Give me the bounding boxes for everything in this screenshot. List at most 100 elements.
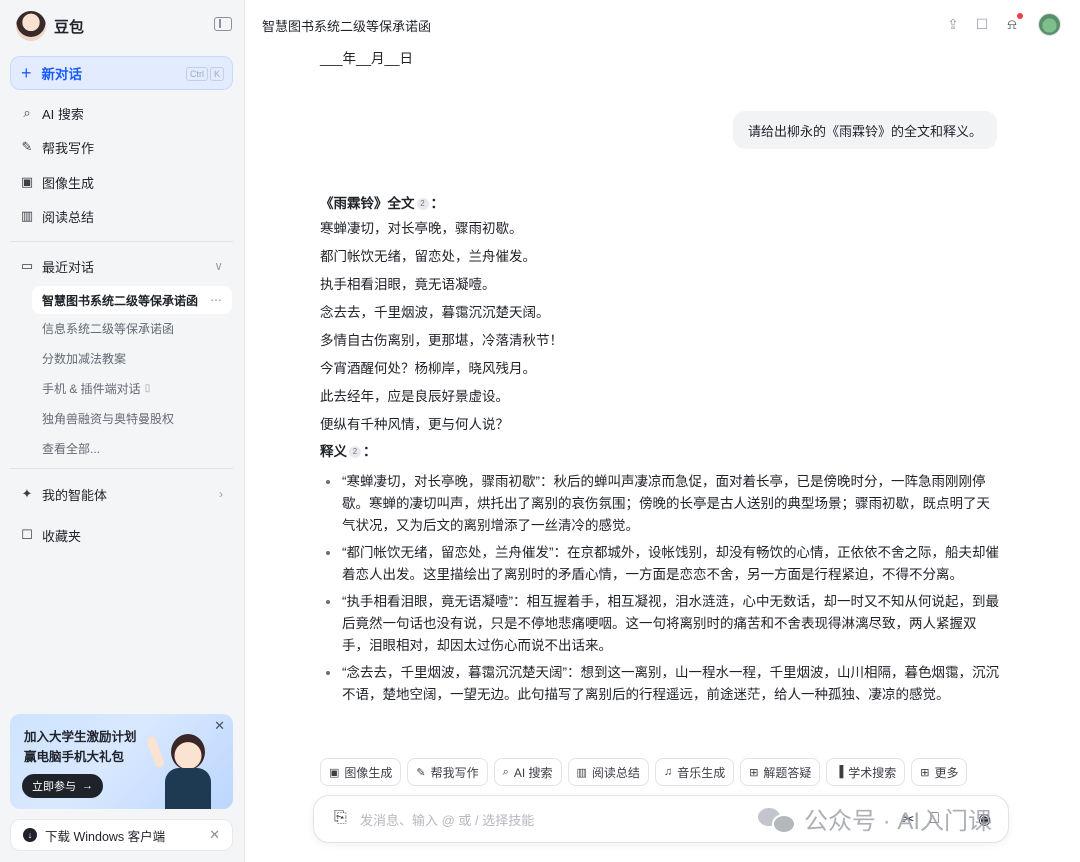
book-icon: ▥ [20,208,34,223]
bookmark-icon[interactable]: ☐ [973,15,991,33]
sidebar-item-label: 收藏夹 [42,528,82,544]
bar-chart-icon: ▐ [835,766,844,778]
promo-button-label: 立即参与 [32,781,76,793]
download-label: 下载 Windows 客户端 [45,829,166,844]
arrow-right-icon: → [82,780,93,792]
music-note-icon: ♫ [663,766,673,778]
more-dots-icon[interactable]: ⋯ [210,293,222,307]
chevron-down-icon: ∨ [214,259,223,273]
skill-chip-writing[interactable]: ✎ 帮我写作 [407,758,488,786]
user-message-bubble: 请给出柳永的《雨霖铃》的全文和释义。 [733,111,997,149]
chip-label: 音乐生成 [677,765,726,780]
sidebar-item-label: 图像生成 [42,175,95,191]
new-chat-button[interactable]: + 新对话 Ctrl K [10,56,233,90]
notification-dot [1017,13,1023,19]
recent-section-label: 最近对话 [42,259,95,275]
poem-heading: 《雨霖铃》全文 2： [320,193,1000,215]
phone-icon: ▯ [144,382,151,394]
poem-line: 此去经年，应是良辰好景虚设。 [320,389,509,404]
sidebar-item-ai-search[interactable]: ⌕ AI 搜索 [10,98,233,128]
recent-item-label: 信息系统二级等保承诺函 [42,321,175,336]
skill-chip-music[interactable]: ♫ 音乐生成 [654,758,735,786]
ai-search-icon: ⌕ [502,765,509,778]
promo-character-illustration [145,728,219,809]
sidebar: 豆包 + 新对话 Ctrl K ⌕ AI 搜索 ✎ 帮我写作 ▣ 图像生成 ▥ … [0,0,245,862]
skill-chip-academic[interactable]: ▐ 学术搜索 [826,758,906,786]
chip-label: 解题答疑 [763,765,812,780]
skill-chip-more[interactable]: ⊞ 更多 [911,758,968,786]
sidebar-item-image-gen[interactable]: ▣ 图像生成 [10,167,233,197]
chip-label: 阅读总结 [591,765,640,780]
shortcut-key-ctrl: Ctrl [185,67,208,81]
calculator-icon: ⊞ [749,766,759,779]
poem-line: 都门帐饮无绪，留恋处，兰舟催发。 [320,249,536,264]
chevron-right-icon: › [219,487,223,501]
poem-line: 便纵有千种风情，更与何人说？ [320,417,509,432]
grid-icon: ⊞ [920,766,930,779]
brand[interactable]: 豆包 [16,10,84,42]
new-chat-label: 新对话 [41,67,83,82]
explain-heading-text: 释义 [320,444,347,459]
sidebar-item-label: 我的智能体 [42,487,108,503]
promo-line-1: 加入大学生激励计划 [24,730,137,744]
watermark: 公众号 · AI入门课 [758,801,992,836]
sidebar-collapse-icon[interactable] [214,17,232,31]
user-avatar[interactable] [1038,13,1061,36]
recent-item[interactable]: 分数加减法教案 [32,344,232,372]
shortcut-hint: Ctrl K [185,67,224,81]
recent-item-active[interactable]: 智慧图书系统二级等保承诺函 ⋯ [32,286,232,314]
skill-chip-image-gen[interactable]: ▣ 图像生成 [320,758,402,786]
skill-chip-reading[interactable]: ▥ 阅读总结 [567,758,649,786]
skill-chip-ai-search[interactable]: ⌕ AI 搜索 [493,758,562,786]
assistant-answer: 《雨霖铃》全文 2： 寒蝉凄切，对长亭晚，骤雨初歇。 都门帐饮无绪，留恋处，兰舟催… [320,193,1000,711]
watermark-text: 公众号 · AI入门课 [804,808,993,835]
citation-badge[interactable]: 2 [416,198,429,210]
recent-item[interactable]: 手机 & 插件端对话 ▯ [32,374,232,402]
explanation-item: “寒蝉凄切，对长亭晚，骤雨初歇”：秋后的蝉叫声凄凉而急促，面对着长亭，已是傍晚时… [320,471,1000,537]
sidebar-item-label: AI 搜索 [42,106,84,122]
skill-chip-problem-solving[interactable]: ⊞ 解题答疑 [740,758,821,786]
pen-icon: ✎ [21,139,33,154]
close-icon[interactable]: ✕ [214,718,225,734]
book-icon: ▥ [576,766,587,779]
poem-line: 今宵酒醒何处？杨柳岸，晓风残月。 [320,361,536,376]
recent-section-header[interactable]: ▭ 最近对话 ∨ [10,251,233,281]
share-icon[interactable]: ⇪ [944,15,962,33]
sidebar-divider [10,468,233,469]
explanation-item: “都门帐饮无绪，留恋处，兰舟催发”：在京都城外，设帐饯别，却没有畅饮的心情，正依… [320,542,1000,586]
sidebar-divider [10,241,233,242]
sidebar-item-label: 阅读总结 [42,209,95,225]
ai-search-icon: ⌕ [23,105,31,120]
download-icon: ↓ [23,828,37,842]
sidebar-item-agents[interactable]: ✦ 我的智能体 › [10,479,233,509]
close-icon[interactable]: ✕ [209,827,220,843]
explanation-list: “寒蝉凄切，对长亭晚，骤雨初歇”：秋后的蝉叫声凄凉而急促，面对着长亭，已是傍晚时… [320,471,1000,706]
download-client-button[interactable]: ↓ 下载 Windows 客户端 ✕ [10,819,233,851]
image-icon: ▣ [20,174,34,189]
explain-heading: 释义 2： [320,441,1000,463]
chip-label: 图像生成 [344,765,393,780]
recent-item-label: 手机 & 插件端对话 [42,381,141,396]
poem-heading-text: 《雨霖铃》全文 [320,196,415,211]
poem-line: 执手相看泪眼，竟无语凝噎。 [320,277,496,292]
poem-line: 寒蝉凄切，对长亭晚，骤雨初歇。 [320,221,523,236]
brand-name: 豆包 [54,18,85,36]
recent-item[interactable]: 独角兽融资与奥特曼股权 [32,404,232,432]
promo-banner[interactable]: 加入大学生激励计划 赢电脑手机大礼包 立即参与 → ✕ [10,714,233,809]
sidebar-item-favorites[interactable]: ☐ 收藏夹 [10,520,233,550]
view-all-link[interactable]: 查看全部... [32,434,232,462]
chat-bubble-icon: ▭ [20,258,34,273]
recent-item-label: 智慧图书系统二级等保承诺函 [42,293,199,308]
promo-join-button[interactable]: 立即参与 → [22,774,103,798]
poem-line: 念去去，千里烟波，暮霭沉沉楚天阔。 [320,305,550,320]
citation-badge[interactable]: 2 [349,446,361,458]
sidebar-item-writing[interactable]: ✎ 帮我写作 [10,132,233,162]
paperclip-icon[interactable]: ⎘ [334,809,347,827]
plus-icon: + [21,63,32,83]
recent-item-label: 独角兽融资与奥特曼股权 [42,411,175,426]
promo-line-2: 赢电脑手机大礼包 [24,750,125,764]
recent-item[interactable]: 信息系统二级等保承诺函 [32,314,232,342]
sidebar-item-reading[interactable]: ▥ 阅读总结 [10,201,233,231]
heading-colon: ： [363,444,377,459]
chip-label: 学术搜索 [848,765,897,780]
